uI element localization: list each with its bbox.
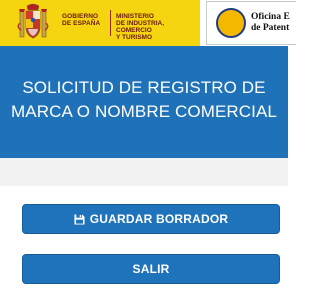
coat-of-arms-icon: [17, 3, 49, 39]
header-divider: [110, 10, 111, 36]
oepm-line-1: Oficina E: [251, 12, 290, 22]
section-separator: [0, 158, 288, 186]
title-banner: SOLICITUD DE REGISTRO DE MARCA O NOMBRE …: [0, 46, 288, 158]
gov-line-2: DE ESPAÑA: [62, 20, 101, 27]
exit-label: SALIR: [132, 262, 170, 276]
oepm-line-2: de Patent: [251, 23, 290, 33]
oepm-label: Oficina E de Patent: [251, 12, 290, 34]
gov-line-1: GOBIERNO: [62, 13, 99, 20]
ministry-line-1: MINISTERIO: [116, 13, 154, 20]
government-logo-block: GOBIERNO DE ESPAÑA MINISTERIO DE INDUSTR…: [0, 0, 200, 46]
oepm-logo-icon: [216, 8, 246, 38]
page-title-line-2: MARCA O NOMBRE COMERCIAL: [11, 102, 277, 121]
exit-button[interactable]: SALIR: [22, 254, 280, 284]
save-draft-button[interactable]: GUARDAR BORRADOR: [22, 204, 280, 234]
floppy-disk-icon: [74, 213, 85, 225]
oepm-logo-block: Oficina E de Patent: [206, 1, 296, 45]
save-draft-label: GUARDAR BORRADOR: [89, 212, 229, 226]
ministry-line-2: DE INDUSTRIA, COMERCIO: [116, 20, 165, 34]
page-title: SOLICITUD DE REGISTRO DE MARCA O NOMBRE …: [0, 76, 288, 124]
ministry-label: MINISTERIO DE INDUSTRIA, COMERCIO Y TURI…: [116, 13, 200, 41]
government-label: GOBIERNO DE ESPAÑA: [62, 13, 100, 27]
ministry-line-3: Y TURISMO: [116, 34, 152, 41]
page-title-line-1: SOLICITUD DE REGISTRO DE: [22, 78, 266, 97]
site-header: GOBIERNO DE ESPAÑA MINISTERIO DE INDUSTR…: [0, 0, 296, 46]
